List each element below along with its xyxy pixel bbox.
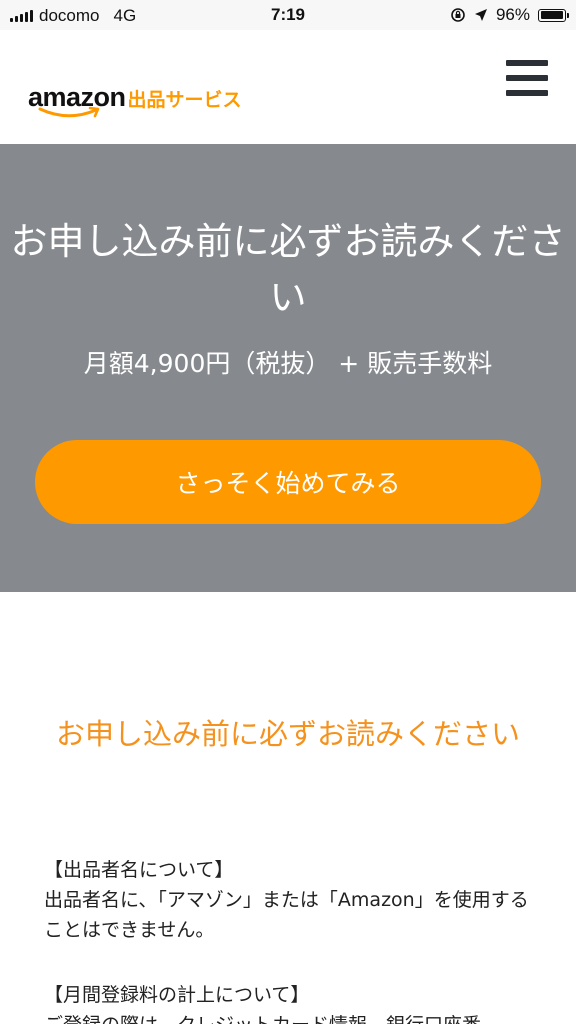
section-title: お申し込み前に必ずお読みください <box>55 717 520 751</box>
amazon-smile-icon <box>38 106 100 118</box>
location-arrow-icon <box>474 9 487 21</box>
notice-heading: 【月間登録料の計上について】 <box>44 984 310 1006</box>
battery-fill <box>540 11 563 19</box>
hero-banner: お申し込み前に必ずお読みください 月額4,900円（税抜） + 販売手数料 さっ… <box>0 144 576 592</box>
battery-percent: 96% <box>495 5 530 24</box>
notice-body: ご登録の際は、クレジットカード情報、銀行口座番 <box>44 1010 532 1024</box>
battery-icon <box>538 8 569 22</box>
start-now-button[interactable]: さっそく始めてみる <box>35 440 541 524</box>
hamburger-menu-icon[interactable] <box>506 60 548 104</box>
hero-title: お申し込み前に必ずお読みください <box>10 220 566 319</box>
notice-heading: 【出品者名について】 <box>44 859 234 881</box>
status-right: 96% <box>450 5 569 25</box>
site-header: amazon 出品サービス <box>0 30 576 144</box>
notice-body: 出品者名に、「アマゾン」または「Amazon」を使用することはできません。 <box>44 889 529 941</box>
logo-sub: 出品サービス <box>127 89 242 111</box>
status-bar: docomo 4G 7:19 96% <box>0 0 576 30</box>
rotation-lock-icon <box>451 8 465 22</box>
hero-price: 月額4,900円（税抜） + 販売手数料 <box>83 349 493 378</box>
